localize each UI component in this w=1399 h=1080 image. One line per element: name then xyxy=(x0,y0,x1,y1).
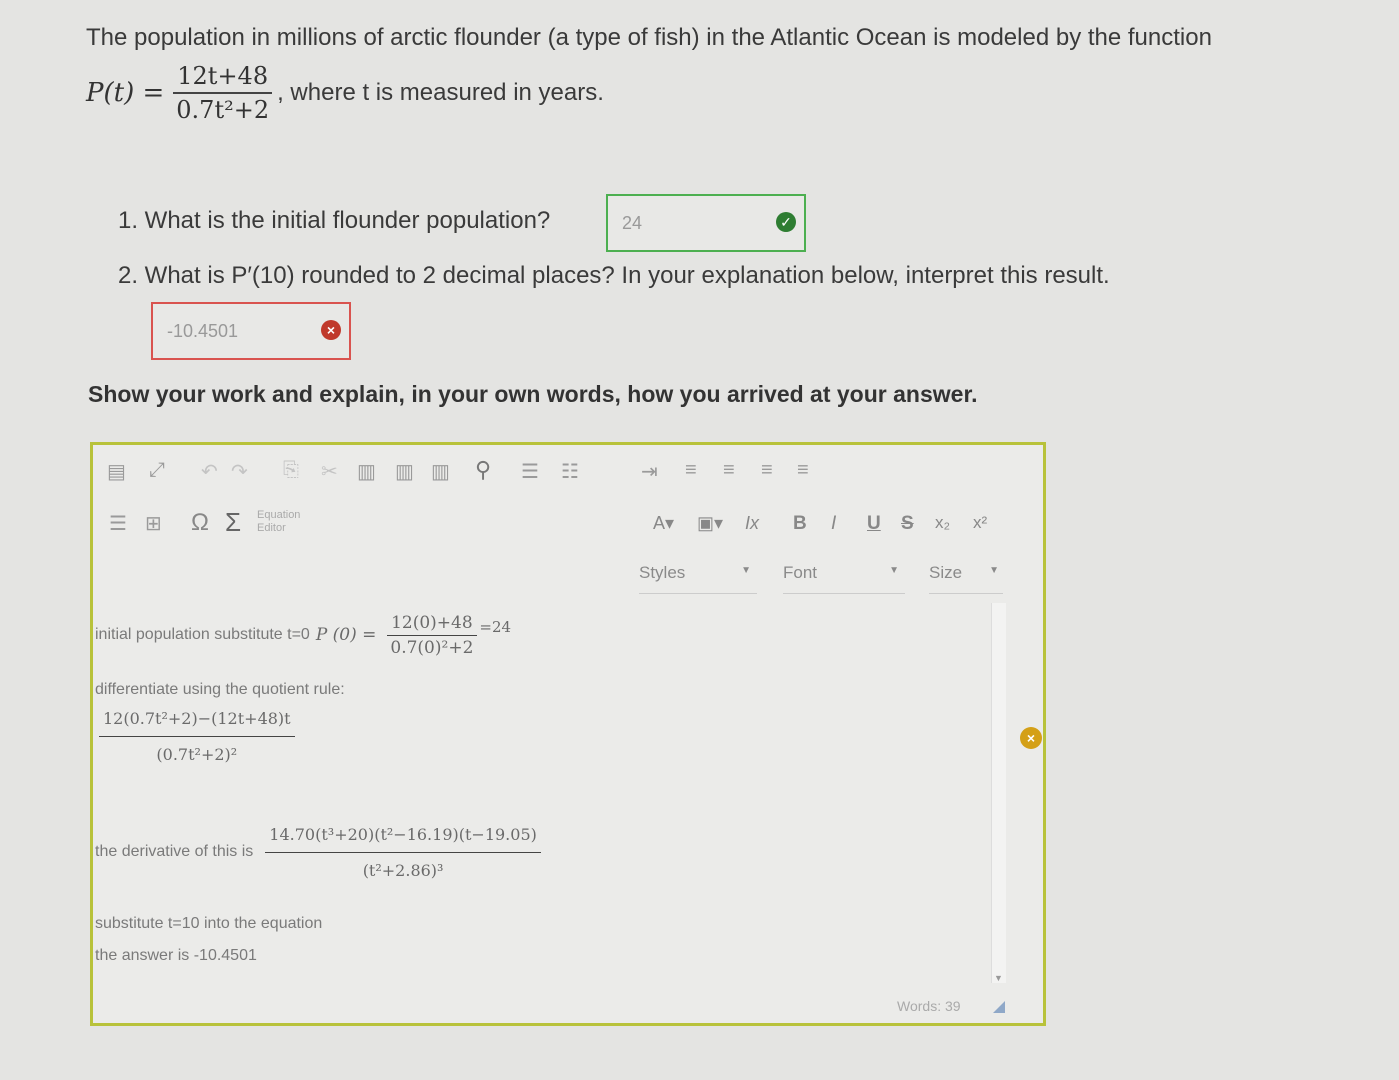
question-intro: The population in millions of arctic flo… xyxy=(86,24,1212,51)
table-icon[interactable]: ⊞ xyxy=(145,511,162,536)
question-1-answer-field[interactable]: 24 ✓ xyxy=(606,194,806,252)
source-icon[interactable]: ▤ xyxy=(107,459,126,484)
chevron-down-icon: ▼ xyxy=(741,565,751,576)
work-line-1-result: =24 xyxy=(479,618,512,636)
remove-format-icon[interactable]: Ix xyxy=(745,513,759,534)
chevron-down-icon: ▼ xyxy=(889,565,899,576)
function-fraction: 12t+48 0.7t²+2 xyxy=(172,62,273,124)
paste-icon[interactable]: ▥ xyxy=(357,459,376,484)
resize-handle-icon[interactable] xyxy=(993,1001,1005,1013)
instructions-heading: Show your work and explain, in your own … xyxy=(88,381,978,407)
equation-editor-button[interactable]: Equation Editor xyxy=(257,509,300,535)
cut-icon[interactable]: ✂ xyxy=(321,459,338,484)
work-line-3-fraction: 12(0.7t²+2)−(12t+48)t (0.7t²+2)² xyxy=(99,709,295,764)
rich-text-editor[interactable]: ▤ ⤢ ↶ ↷ ⎘ ✂ ▥ ▥ ▥ ⚲ ☰ ☷ ⇥ ≡ ≡ ≡ ≡ ☰ ⊞ Ω … xyxy=(90,442,1046,1026)
align-center-icon[interactable]: ≡ xyxy=(723,459,735,482)
work-line-1-denominator: 0.7(0)²+2 xyxy=(390,637,474,658)
search-icon[interactable]: ⚲ xyxy=(475,457,491,483)
background-color-icon[interactable]: ▣▾ xyxy=(697,513,723,534)
strikethrough-button[interactable]: S xyxy=(901,513,914,535)
function-tail: , where t is measured in years. xyxy=(277,79,604,106)
bold-button[interactable]: B xyxy=(793,513,807,535)
question-1-label: 1. What is the initial flounder populati… xyxy=(118,207,551,234)
work-line-1-lhs: P (0) = xyxy=(315,625,377,645)
work-line-4: the derivative of this is 14.70(t³+20)(t… xyxy=(95,815,541,889)
work-line-3-denominator: (0.7t²+2)² xyxy=(156,745,238,764)
superscript-button[interactable]: x² xyxy=(973,513,987,533)
function-definition: P(t) = 12t+48 0.7t²+2 , where t is measu… xyxy=(86,58,604,128)
subscript-button[interactable]: x₂ xyxy=(935,513,950,533)
work-line-5: substitute t=10 into the equation xyxy=(95,915,323,932)
equation-editor-label-2: Editor xyxy=(257,522,286,534)
undo-icon[interactable]: ↶ xyxy=(201,459,218,484)
align-left-icon[interactable]: ≡ xyxy=(685,459,697,482)
horizontal-rule-icon[interactable]: ☰ xyxy=(109,511,127,536)
work-line-1-text: initial population substitute t=0 xyxy=(95,626,310,643)
chevron-down-icon: ▼ xyxy=(989,565,999,576)
maximize-icon[interactable]: ⤢ xyxy=(149,459,165,482)
redo-icon[interactable]: ↷ xyxy=(231,459,248,484)
check-icon: ✓ xyxy=(776,212,796,232)
function-denominator: 0.7t²+2 xyxy=(176,96,270,124)
justify-icon[interactable]: ≡ xyxy=(797,459,809,482)
work-line-1-numerator: 12(0)+48 xyxy=(387,613,477,636)
work-line-4-denominator: (t²+2.86)³ xyxy=(362,860,444,880)
size-label: Size xyxy=(929,563,963,582)
chevron-down-icon: ▼ xyxy=(994,973,1003,983)
align-right-icon[interactable]: ≡ xyxy=(761,459,773,482)
work-line-4-fraction: 14.70(t³+20)(t²−16.19)(t−19.05) (t²+2.86… xyxy=(265,825,541,880)
work-line-4-text: the derivative of this is xyxy=(95,843,254,860)
indent-icon[interactable]: ⇥ xyxy=(641,459,658,484)
size-dropdown[interactable]: Size ▼ xyxy=(929,563,1003,594)
font-label: Font xyxy=(783,563,818,582)
equation-editor-label-1: Equation xyxy=(257,509,301,521)
work-line-6: the answer is -10.4501 xyxy=(95,947,257,964)
question-1-answer-value: 24 xyxy=(622,213,643,233)
function-numerator: 12t+48 xyxy=(173,62,273,94)
special-char-icon[interactable]: Ω xyxy=(191,509,209,537)
paste-text-icon[interactable]: ▥ xyxy=(395,459,414,484)
work-line-4-numerator: 14.70(t³+20)(t²−16.19)(t−19.05) xyxy=(265,825,541,853)
font-dropdown[interactable]: Font ▼ xyxy=(783,563,905,594)
paste-word-icon[interactable]: ▥ xyxy=(431,459,450,484)
work-line-1: initial population substitute t=0 P (0) … xyxy=(95,605,511,665)
text-color-icon[interactable]: A▾ xyxy=(653,513,674,534)
work-line-3-numerator: 12(0.7t²+2)−(12t+48)t xyxy=(99,709,295,737)
underline-button[interactable]: U xyxy=(867,513,881,535)
work-line-1-fraction: 12(0)+48 0.7(0)²+2 xyxy=(386,613,477,658)
word-count: Words: 39 xyxy=(897,998,961,1014)
warning-icon: × xyxy=(1020,727,1042,749)
question-2-answer-value: -10.4501 xyxy=(167,321,239,341)
bulleted-list-icon[interactable]: ☷ xyxy=(561,459,579,484)
copy-icon[interactable]: ⎘ xyxy=(283,459,299,482)
editor-scrollbar[interactable]: ▼ xyxy=(991,603,1006,983)
styles-label: Styles xyxy=(639,563,686,582)
function-lhs: P(t) = xyxy=(86,78,165,108)
numbered-list-icon[interactable]: ☰ xyxy=(521,459,539,484)
question-2-label: 2. What is P′(10) rounded to 2 decimal p… xyxy=(118,262,1110,289)
italic-button[interactable]: I xyxy=(831,513,836,535)
work-line-2: differentiate using the quotient rule: xyxy=(95,681,345,698)
question-2-answer-field[interactable]: -10.4501 × xyxy=(151,302,351,360)
styles-dropdown[interactable]: Styles ▼ xyxy=(639,563,757,594)
error-icon: × xyxy=(321,320,341,340)
sigma-icon[interactable]: Σ xyxy=(225,507,241,538)
